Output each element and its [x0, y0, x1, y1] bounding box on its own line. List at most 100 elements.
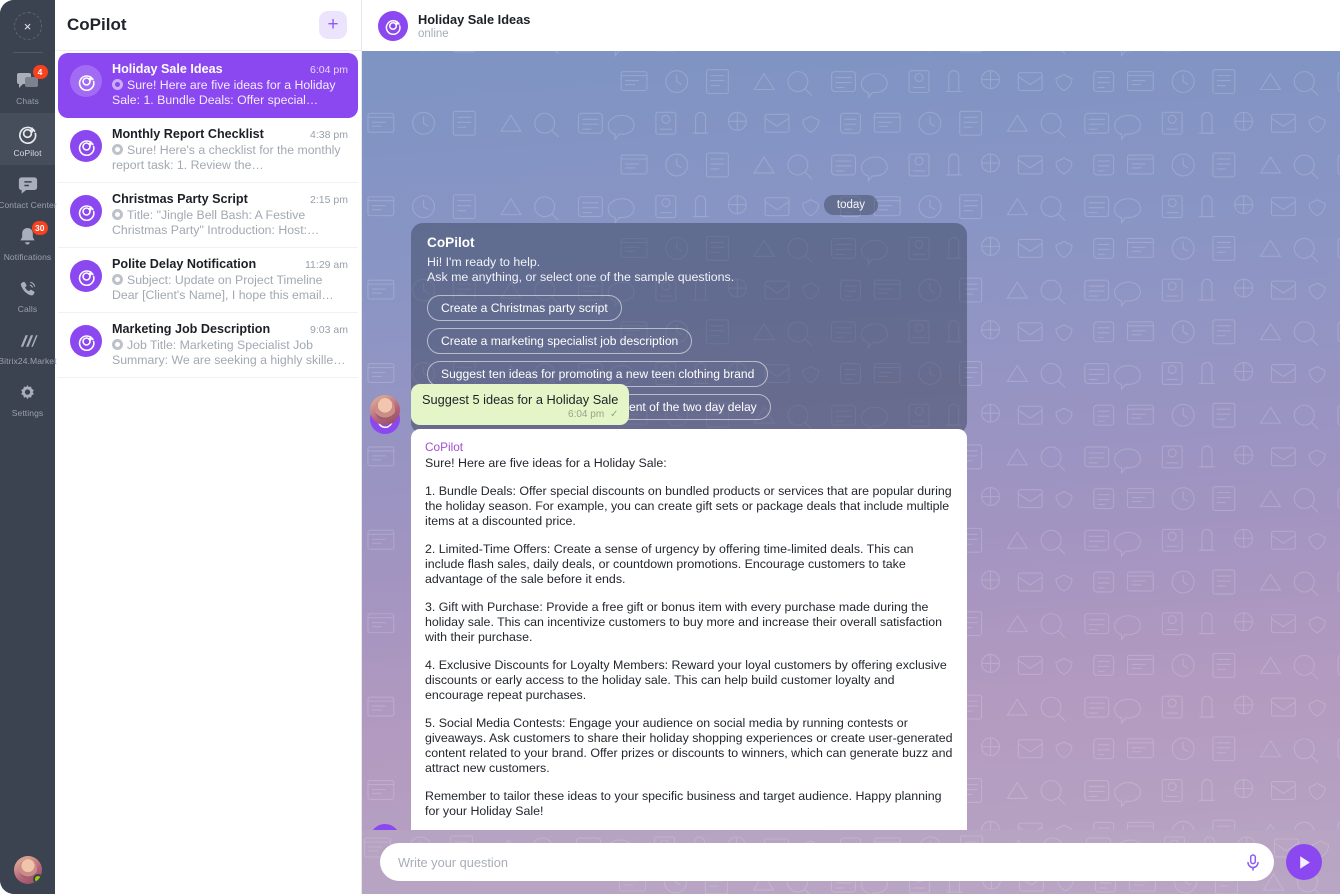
list-item[interactable]: Monthly Report Checklist 4:38 pm Sure! H…: [58, 118, 358, 183]
message-user: Suggest 5 ideas for a Holiday Sale 6:04 …: [370, 384, 630, 425]
intro-line-1: Hi! I'm ready to help.: [427, 255, 541, 269]
conversation-title: Holiday Sale Ideas: [418, 11, 531, 27]
chat-time: 6:04 pm: [310, 64, 348, 76]
answer-paragraph-1: Sure! Here are five ideas for a Holiday …: [425, 456, 667, 470]
chat-preview: Title: "Jingle Bell Bash: A Festive Chri…: [112, 208, 320, 237]
rail-label-notifications: Notifications: [3, 252, 52, 262]
bell-icon: 30: [15, 221, 48, 248]
copilot-avatar-icon: [378, 10, 408, 41]
rail-item-settings[interactable]: Settings: [0, 373, 55, 425]
copilot-mini-icon: [112, 274, 123, 285]
list-item[interactable]: Marketing Job Description 9:03 am Job Ti…: [58, 313, 358, 378]
chat-preview: Job Title: Marketing Specialist Job Summ…: [112, 338, 346, 367]
message-input[interactable]: [398, 854, 1238, 870]
user-bubble: Suggest 5 ideas for a Holiday Sale 6:04 …: [411, 384, 630, 425]
rail-label-contact-center: Contact Center: [0, 200, 57, 210]
copilot-mini-icon: [112, 144, 123, 155]
rail-label-market: Bitrix24.Market: [0, 356, 57, 366]
list-item[interactable]: Polite Delay Notification 11:29 am Subje…: [58, 248, 358, 313]
copilot-avatar-icon: [70, 65, 102, 97]
phone-icon: [15, 278, 41, 300]
message-copilot-answer: CoPilot Sure! Here are five ideas for a …: [370, 429, 967, 830]
chat-name: Marketing Job Description: [112, 322, 271, 336]
composer: [362, 830, 1340, 894]
market-icon: [15, 330, 41, 352]
answer-sender: CoPilot: [425, 440, 464, 454]
rail-item-market[interactable]: Bitrix24.Market: [0, 321, 57, 373]
avatar[interactable]: [14, 856, 42, 884]
answer-paragraph-3: 2. Limited-Time Offers: Create a sense o…: [425, 542, 914, 586]
chat-preview: Sure! Here's a checklist for the monthly…: [112, 143, 341, 172]
chat-name: Polite Delay Notification: [112, 257, 257, 271]
new-chat-button[interactable]: +: [319, 11, 347, 39]
copilot-mini-icon: [112, 79, 123, 90]
chat-list-body: Holiday Sale Ideas 6:04 pm Sure! Here ar…: [55, 51, 361, 894]
answer-paragraph-7: Remember to tailor these ideas to your s…: [425, 789, 942, 818]
copilot-avatar-icon: [70, 325, 102, 357]
conversation-status: online: [418, 27, 449, 40]
chats-badge: 4: [32, 65, 48, 79]
send-icon: [1299, 855, 1310, 869]
list-item[interactable]: Holiday Sale Ideas 6:04 pm Sure! Here ar…: [58, 53, 358, 118]
message-scroll-area[interactable]: today CoPilot Hi! I'm ready to help. Ask…: [362, 51, 1340, 830]
chat-list-header: CoPilot +: [55, 0, 361, 51]
contact-center-icon: [15, 174, 41, 196]
conversation-panel: Holiday Sale Ideas online today CoPilot …: [362, 0, 1340, 894]
rail-label-calls: Calls: [17, 304, 38, 314]
rail-label-chats: Chats: [16, 96, 39, 106]
copilot-avatar-icon: [70, 260, 102, 292]
intro-sender: CoPilot: [427, 235, 475, 250]
conversation-header: Holiday Sale Ideas online: [362, 0, 1340, 51]
delivered-check-icon: ✓: [609, 409, 619, 420]
page-title: CoPilot: [67, 15, 127, 34]
answer-paragraph-4: 3. Gift with Purchase: Provide a free gi…: [425, 600, 942, 644]
rail-label-settings: Settings: [11, 408, 44, 418]
answer-paragraph-6: 5. Social Media Contests: Engage your au…: [425, 716, 953, 775]
user-avatar: [370, 395, 400, 425]
sample-question-2[interactable]: Create a marketing specialist job descri…: [427, 328, 693, 355]
list-item[interactable]: Christmas Party Script 2:15 pm Title: "J…: [58, 183, 358, 248]
rail-item-copilot[interactable]: CoPilot: [0, 113, 55, 165]
chat-list-panel: CoPilot + Holiday Sale Ideas 6:04 pm Sur…: [55, 0, 362, 894]
rail-item-calls[interactable]: Calls: [0, 269, 55, 321]
send-button[interactable]: [1286, 844, 1322, 880]
chat-time: 11:29 am: [305, 259, 348, 271]
chats-icon: 4: [15, 65, 48, 92]
rail-item-notifications[interactable]: 30 Notifications: [0, 217, 55, 269]
left-nav-rail: × 4 Chats CoPilot Contact Center 30 Noti…: [0, 0, 57, 894]
chat-time: 2:15 pm: [310, 194, 348, 206]
close-icon[interactable]: ×: [13, 12, 42, 40]
intro-line-2: Ask me anything, or select one of the sa…: [427, 269, 735, 284]
copilot-window: × 4 Chats CoPilot Contact Center 30 Noti…: [0, 0, 1340, 894]
chat-time: 9:03 am: [310, 324, 348, 336]
status-badge: [33, 874, 42, 884]
day-divider: today: [823, 195, 879, 215]
gear-icon: [15, 382, 41, 404]
copilot-icon: [15, 122, 41, 144]
rail-item-contact-center[interactable]: Contact Center: [0, 165, 57, 217]
chat-name: Monthly Report Checklist: [112, 127, 264, 141]
chat-preview: Sure! Here are five ideas for a Holiday …: [112, 78, 336, 107]
message-input-wrap[interactable]: [380, 843, 1274, 881]
sample-question-1[interactable]: Create a Christmas party script: [427, 295, 622, 322]
chat-time: 4:38 pm: [310, 129, 348, 141]
messages: today CoPilot Hi! I'm ready to help. Ask…: [362, 51, 1340, 830]
rail-item-chats[interactable]: 4 Chats: [0, 61, 55, 113]
answer-bubble: CoPilot Sure! Here are five ideas for a …: [411, 429, 967, 830]
answer-paragraph-2: 1. Bundle Deals: Offer special discounts…: [425, 484, 952, 528]
chat-preview: Subject: Update on Project Timeline Dear…: [112, 273, 334, 302]
rail-divider: [12, 52, 43, 53]
user-message-text: Suggest 5 ideas for a Holiday Sale: [422, 392, 619, 407]
copilot-mini-icon: [112, 339, 123, 350]
answer-paragraph-5: 4. Exclusive Discounts for Loyalty Membe…: [425, 658, 947, 702]
copilot-mini-icon: [112, 209, 123, 220]
notifications-badge: 30: [32, 221, 48, 235]
rail-label-copilot: CoPilot: [13, 148, 42, 158]
microphone-icon[interactable]: [1246, 853, 1260, 871]
copilot-avatar-icon: [70, 130, 102, 162]
user-message-time: 6:04 pm: [568, 409, 605, 420]
chat-name: Christmas Party Script: [112, 192, 248, 206]
copilot-avatar-icon: [70, 195, 102, 227]
user-message-meta: 6:04 pm ✓: [422, 409, 618, 420]
chat-name: Holiday Sale Ideas: [112, 62, 223, 76]
